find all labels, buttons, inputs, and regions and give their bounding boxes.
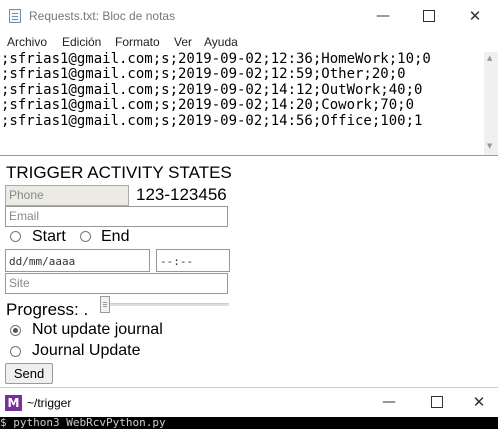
end-radio-label: End bbox=[101, 228, 130, 245]
progress-slider-thumb[interactable] bbox=[100, 296, 110, 313]
maximize-button[interactable] bbox=[406, 0, 452, 32]
start-radio[interactable] bbox=[10, 231, 21, 242]
notepad-window: Requests.txt: Bloc de notas — ✕ Archivo … bbox=[0, 0, 498, 156]
close-button[interactable]: ✕ bbox=[452, 0, 498, 32]
notepad-menubar: Archivo Edición Formato Ver Ayuda bbox=[0, 32, 498, 52]
menu-ver[interactable]: Ver bbox=[174, 35, 192, 49]
menu-edicion[interactable]: Edición bbox=[62, 35, 101, 49]
notepad-text-area[interactable]: ;sfrias1@gmail.com;s;2019-09-02;12:36;Ho… bbox=[0, 52, 485, 154]
maximize-icon bbox=[423, 10, 435, 22]
scroll-up-arrow-icon[interactable]: ▲ bbox=[487, 54, 492, 62]
terminal-close-button[interactable]: ✕ bbox=[460, 388, 498, 416]
scroll-down-arrow-icon[interactable]: ▼ bbox=[487, 142, 492, 150]
terminal-window: M ~/trigger — ✕ $ python3 WebRcvPython.p… bbox=[0, 387, 498, 429]
terminal-maximize-button[interactable] bbox=[414, 388, 460, 416]
time-input[interactable]: --:-- bbox=[156, 249, 230, 272]
phone-input[interactable]: Phone bbox=[5, 185, 129, 206]
notepad-vertical-scrollbar[interactable]: ▲ ▼ bbox=[484, 52, 498, 155]
email-input[interactable]: Email bbox=[5, 206, 228, 227]
terminal-window-title: ~/trigger bbox=[27, 396, 72, 410]
minimize-button[interactable]: — bbox=[360, 0, 406, 32]
journal-update-radio[interactable] bbox=[10, 346, 21, 357]
not-update-journal-radio[interactable] bbox=[10, 325, 21, 336]
terminal-body[interactable]: $ python3 WebRcvPython.py bbox=[0, 416, 498, 429]
progress-slider-track[interactable] bbox=[103, 303, 229, 306]
end-radio[interactable] bbox=[80, 231, 91, 242]
menu-ayuda[interactable]: Ayuda bbox=[204, 35, 238, 49]
notepad-icon bbox=[9, 9, 21, 23]
date-input[interactable]: dd/mm/aaaa bbox=[5, 249, 150, 272]
progress-label: Progress: . bbox=[6, 300, 89, 319]
journal-update-label: Journal Update bbox=[32, 342, 141, 359]
notepad-titlebar[interactable]: Requests.txt: Bloc de notas — ✕ bbox=[0, 0, 498, 32]
phone-value-text: 123-123456 bbox=[136, 185, 227, 204]
terminal-minimize-button[interactable]: — bbox=[366, 388, 412, 416]
notepad-window-title: Requests.txt: Bloc de notas bbox=[29, 9, 176, 23]
terminal-command-line: $ python3 WebRcvPython.py bbox=[0, 416, 166, 429]
start-radio-label: Start bbox=[32, 228, 66, 245]
not-update-journal-label: Not update journal bbox=[32, 321, 163, 338]
menu-archivo[interactable]: Archivo bbox=[7, 35, 47, 49]
form-title: TRIGGER ACTIVITY STATES bbox=[6, 163, 232, 182]
trigger-form: TRIGGER ACTIVITY STATES Phone 123-123456… bbox=[0, 156, 498, 387]
send-button[interactable]: Send bbox=[5, 363, 53, 384]
menu-formato[interactable]: Formato bbox=[115, 35, 160, 49]
site-input[interactable]: Site bbox=[5, 273, 228, 294]
terminal-app-icon: M bbox=[5, 395, 22, 411]
maximize-icon bbox=[431, 396, 443, 408]
